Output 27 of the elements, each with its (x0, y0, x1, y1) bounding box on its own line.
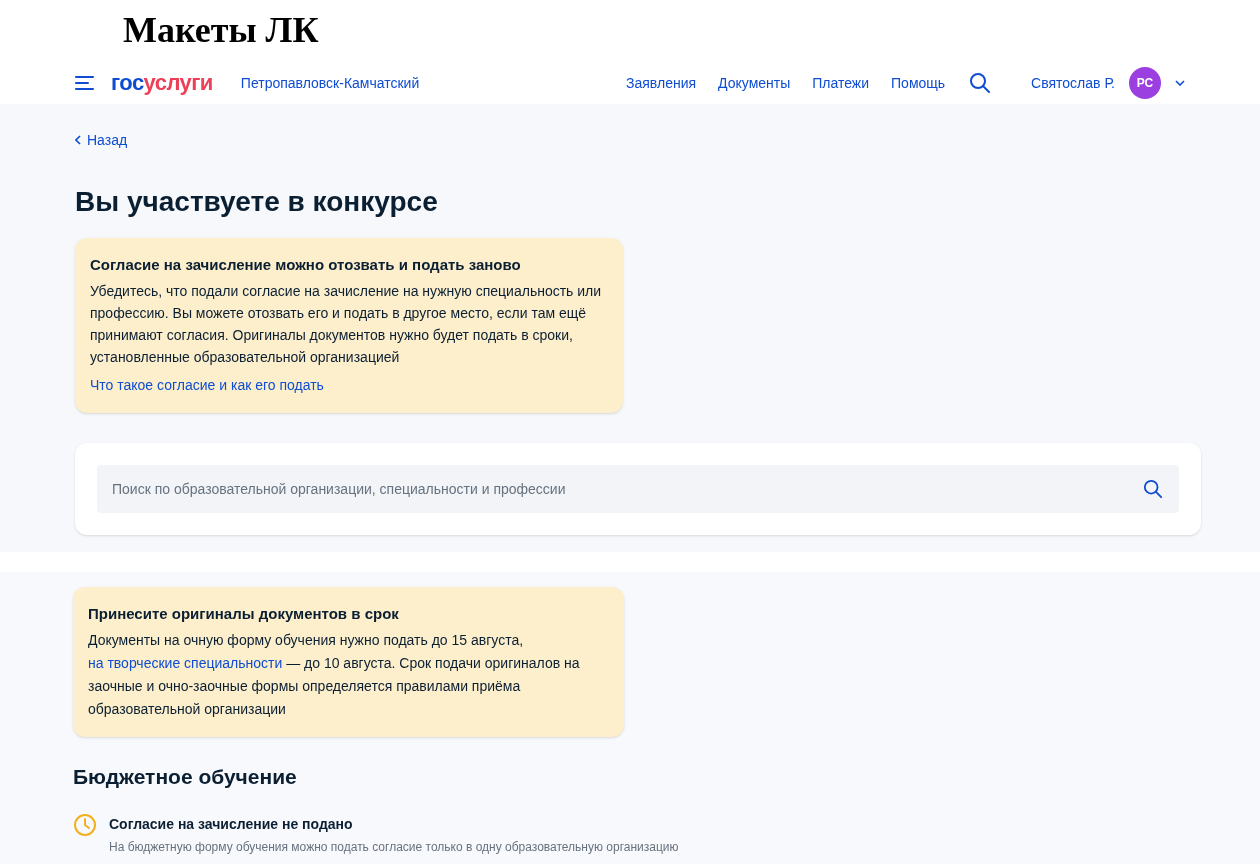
search-icon[interactable] (1143, 479, 1163, 499)
nav-link[interactable]: Заявления (626, 72, 697, 94)
search-icon[interactable] (969, 72, 992, 94)
card-text: Убедитесь, что подали согласие на зачисление на нужную специальность или профессию. Вы можете отозвать его и подать в другое место, если там ещё принимают согласия. Оригиналы документов нужно будет подать в сроки, установленные образовательной организацией (90, 282, 603, 367)
status-title: Согласие на зачисление не подано (109, 815, 354, 834)
document-title: Макеты ЛК (123, 9, 319, 52)
logo[interactable]: госуслуги (111, 72, 213, 94)
card-title: Согласие на зачисление можно отозвать и подать заново (90, 255, 522, 275)
city-link[interactable]: Петропавловск-Камчатский (240, 72, 420, 94)
nav-link[interactable]: Платежи (812, 72, 870, 94)
status-description: На бюджетную форму обучения можно подать согласие только в одну образовательную организацию (109, 839, 679, 856)
nav-link[interactable]: Документы (718, 72, 791, 94)
card-text: Документы на очную форму обучения нужно подать до 15 августа, на творческие специальности — до 10 августа. Срок подачи оригиналов на заочные и очно-заочные формы определяется правилами приёма образовательной организации (88, 631, 581, 719)
specialties-link[interactable]: на творческие специальности (88, 655, 283, 671)
avatar[interactable]: РС (1129, 67, 1161, 99)
card-title: Принесите оригиналы документов в срок (88, 604, 400, 624)
menu-icon[interactable] (75, 75, 95, 91)
chevron-left-icon (75, 135, 81, 145)
user-name[interactable]: Святослав Р. (1031, 72, 1115, 94)
clock-icon (73, 813, 97, 837)
help-link[interactable]: Что такое согласие и как его подать (90, 374, 324, 396)
page-title: Вы участвуете в конкурсе (75, 185, 439, 219)
chevron-down-icon[interactable] (1175, 80, 1185, 86)
nav-link[interactable]: Помощь (891, 72, 946, 94)
search-field[interactable]: Поиск по образовательной организации, специальности и профессии (97, 465, 1179, 513)
back-link[interactable]: Назад (75, 129, 128, 151)
section-title: Бюджетное обучение (73, 764, 298, 790)
